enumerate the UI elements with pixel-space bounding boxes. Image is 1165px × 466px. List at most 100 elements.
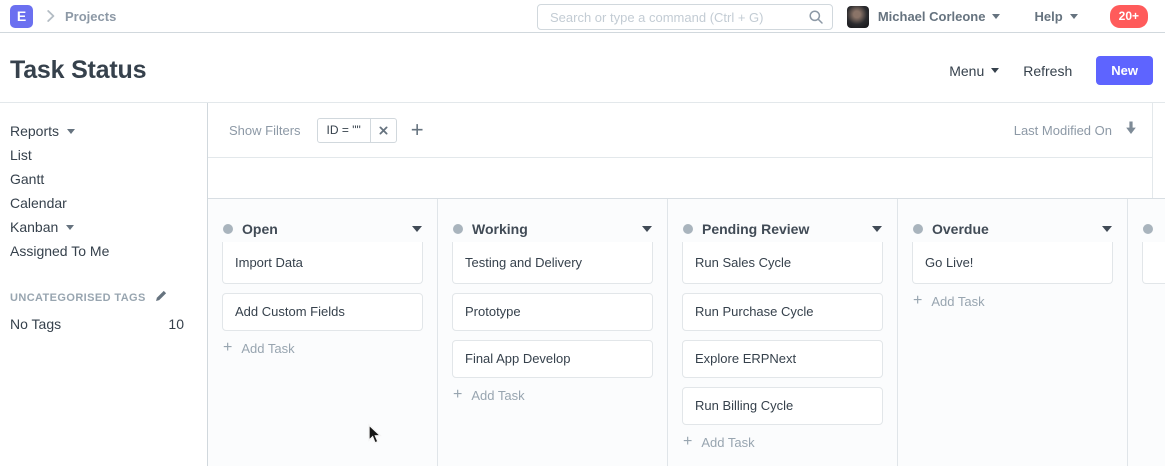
global-search <box>537 4 833 30</box>
sidebar-item-label: Assigned To Me <box>10 243 109 259</box>
kanban-card-title: Go Live! <box>925 255 973 270</box>
plus-icon: + <box>913 293 922 309</box>
search-icon <box>808 9 824 30</box>
kanban-card-title: Import Data <box>235 255 303 270</box>
status-indicator-dot <box>913 224 923 234</box>
tags-section-title: UNCATEGORISED TAGS <box>10 292 146 304</box>
kanban-column-partial <box>1128 199 1165 466</box>
status-indicator-dot <box>453 224 463 234</box>
sidebar-item-no-tags[interactable]: No Tags 10 <box>10 316 197 332</box>
sidebar-item-label: Gantt <box>10 171 44 187</box>
filter-toolbar: Show Filters ID = "" + Last Modified On <box>208 103 1165 198</box>
sort-field-button[interactable]: Last Modified On <box>1014 123 1112 138</box>
show-filters-button[interactable]: Show Filters <box>229 123 301 138</box>
app-logo-letter: E <box>17 8 26 24</box>
kanban-card[interactable] <box>1142 242 1165 284</box>
column-menu-chevron-icon[interactable] <box>642 226 652 232</box>
add-task-label: Add Task <box>241 341 294 356</box>
kanban-card[interactable]: Run Purchase Cycle <box>682 293 883 331</box>
new-button[interactable]: New <box>1096 56 1153 85</box>
user-name: Michael Corleone <box>878 9 986 24</box>
filter-chip-label[interactable]: ID = "" <box>318 119 370 142</box>
kanban-column-working: WorkingTesting and DeliveryPrototypeFina… <box>438 199 668 466</box>
kanban-card-list: Import Data Add Custom Fields + Add Task <box>208 242 437 356</box>
sidebar-item-list[interactable]: List <box>10 143 197 167</box>
user-menu[interactable]: Michael Corleone <box>878 9 1001 24</box>
kanban-card[interactable]: Prototype <box>452 293 653 331</box>
sidebar: Reports List Gantt Calendar Kanban Assigned T… <box>0 103 207 466</box>
kanban-card-title: Prototype <box>465 304 521 319</box>
add-task-button[interactable]: +Add Task <box>683 434 883 450</box>
kanban-card-title: Add Custom Fields <box>235 304 345 319</box>
app-logo[interactable]: E <box>10 5 33 28</box>
kanban-card[interactable]: Import Data <box>222 242 423 284</box>
kanban-card-list: Go Live! + Add Task <box>898 242 1127 309</box>
filter-remove-button[interactable] <box>370 119 396 142</box>
tag-name: No Tags <box>10 316 61 332</box>
plus-icon: + <box>453 387 462 403</box>
menu-button-label: Menu <box>949 63 984 79</box>
kanban-card[interactable]: Add Custom Fields <box>222 293 423 331</box>
page-head: Task Status Menu Refresh New <box>0 33 1165 103</box>
user-avatar[interactable] <box>847 6 869 28</box>
notifications-badge[interactable]: 20+ <box>1110 5 1148 28</box>
sidebar-item-label: List <box>10 147 32 163</box>
filter-chip[interactable]: ID = "" <box>317 118 397 143</box>
kanban-column-header <box>1128 199 1165 242</box>
chevron-down-icon <box>1070 14 1078 19</box>
sidebar-item-label: Kanban <box>10 219 58 235</box>
help-menu[interactable]: Help <box>1034 9 1077 24</box>
app-window: E Projects Michael Corleone Help 20+ T <box>0 0 1165 466</box>
content-area: Show Filters ID = "" + Last Modified On … <box>207 103 1165 466</box>
kanban-card[interactable]: Explore ERPNext <box>682 340 883 378</box>
breadcrumb[interactable]: Projects <box>65 9 116 24</box>
chevron-down-icon <box>66 225 74 230</box>
sidebar-item-assigned-to-me[interactable]: Assigned To Me <box>10 239 197 263</box>
sidebar-item-label: Reports <box>10 123 59 139</box>
sort-control: Last Modified On <box>1014 103 1137 158</box>
edit-pencil-icon[interactable] <box>155 289 167 307</box>
kanban-column-header: Pending Review <box>668 199 897 242</box>
sidebar-item-label: Calendar <box>10 195 67 211</box>
add-task-label: Add Task <box>471 388 524 403</box>
kanban-card[interactable]: Testing and Delivery <box>452 242 653 284</box>
add-task-button[interactable]: + Add Task <box>453 387 653 403</box>
kanban-board: Open Import Data Add Custom Fields + Add Tas… <box>208 198 1165 466</box>
sidebar-item-reports[interactable]: Reports <box>10 119 197 143</box>
add-filter-button[interactable]: + <box>411 119 424 141</box>
search-input[interactable] <box>537 4 833 30</box>
sort-direction-icon[interactable] <box>1125 121 1137 140</box>
page-title: Task Status <box>10 56 146 85</box>
kanban-card[interactable]: Run Sales Cycle <box>682 242 883 284</box>
chevron-down-icon <box>67 129 75 134</box>
filter-row: Show Filters ID = "" + <box>208 103 1152 158</box>
kanban-card-title: Final App Develop <box>465 351 571 366</box>
refresh-button[interactable]: Refresh <box>1023 63 1072 79</box>
help-label: Help <box>1034 9 1062 24</box>
navbar: E Projects Michael Corleone Help 20+ <box>0 0 1165 33</box>
kanban-card[interactable]: Go Live! <box>912 242 1113 284</box>
kanban-card-list: Run Sales Cycle Run Purchase Cycle Explore… <box>668 242 897 450</box>
kanban-column-header: Open <box>208 199 437 242</box>
column-menu-chevron-icon[interactable] <box>412 226 422 232</box>
toolbar-divider <box>1152 103 1153 198</box>
sidebar-item-kanban[interactable]: Kanban <box>10 215 197 239</box>
plus-icon: + <box>683 434 692 450</box>
sidebar-item-gantt[interactable]: Gantt <box>10 167 197 191</box>
plus-icon: + <box>223 340 232 356</box>
kanban-column-title: Open <box>242 220 278 238</box>
add-task-button[interactable]: + Add Task <box>223 340 423 356</box>
kanban-card[interactable]: Final App Develop <box>452 340 653 378</box>
add-task-button[interactable]: + Add Task <box>913 293 1113 309</box>
kanban-card-title: Explore ERPNext <box>695 351 796 366</box>
column-menu-chevron-icon[interactable] <box>1102 226 1112 232</box>
chevron-down-icon <box>991 68 999 73</box>
kanban-card-list <box>1128 242 1165 284</box>
navbar-right: Michael Corleone Help 20+ <box>847 0 1148 33</box>
menu-button[interactable]: Menu <box>949 63 999 79</box>
sidebar-item-calendar[interactable]: Calendar <box>10 191 197 215</box>
add-task-label: Add Task <box>931 294 984 309</box>
column-menu-chevron-icon[interactable] <box>872 226 882 232</box>
chevron-down-icon <box>992 14 1000 19</box>
kanban-card[interactable]: Run Billing Cycle <box>682 387 883 425</box>
